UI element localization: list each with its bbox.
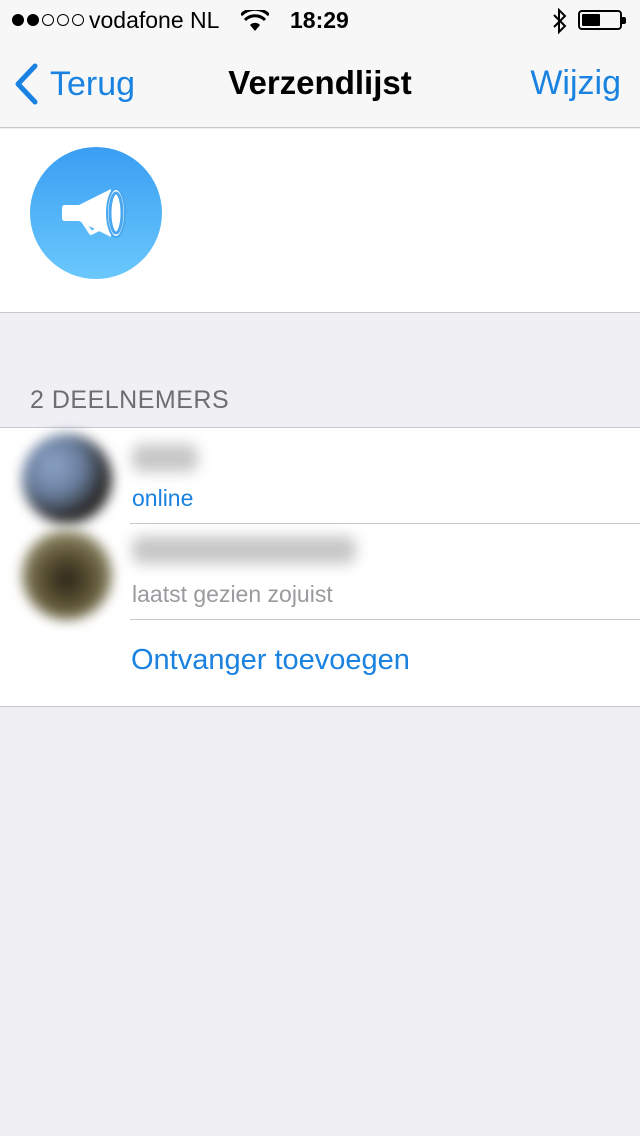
broadcast-list-header xyxy=(0,129,640,313)
participant-status: laatst gezien zojuist xyxy=(132,581,333,607)
signal-strength-icon xyxy=(12,14,84,26)
clock: 18:29 xyxy=(290,7,349,33)
participant-status: online xyxy=(132,485,194,511)
avatar xyxy=(22,434,112,524)
broadcast-avatar[interactable] xyxy=(30,147,162,279)
participants-list: online laatst gezien zojuist Ontvanger t… xyxy=(0,427,640,707)
battery-icon xyxy=(578,10,626,30)
participant-name-redacted xyxy=(132,444,198,472)
participant-name-redacted xyxy=(132,536,356,564)
add-recipient-button[interactable]: Ontvanger toevoegen xyxy=(131,644,410,677)
bluetooth-icon xyxy=(551,7,569,41)
edit-button[interactable]: Wijzig xyxy=(530,64,621,103)
navigation-bar: vodafone NL 18:29 Terug Verzendlijst Wij… xyxy=(0,0,640,128)
carrier-name: vodafone NL xyxy=(89,7,220,33)
list-item[interactable]: online xyxy=(0,428,640,524)
wifi-icon xyxy=(239,7,271,38)
status-bar: vodafone NL 18:29 xyxy=(0,0,640,40)
participants-section-header: 2 DEELNEMERS xyxy=(30,386,230,414)
avatar xyxy=(22,530,112,620)
divider xyxy=(130,619,640,620)
megaphone-icon xyxy=(62,188,126,238)
